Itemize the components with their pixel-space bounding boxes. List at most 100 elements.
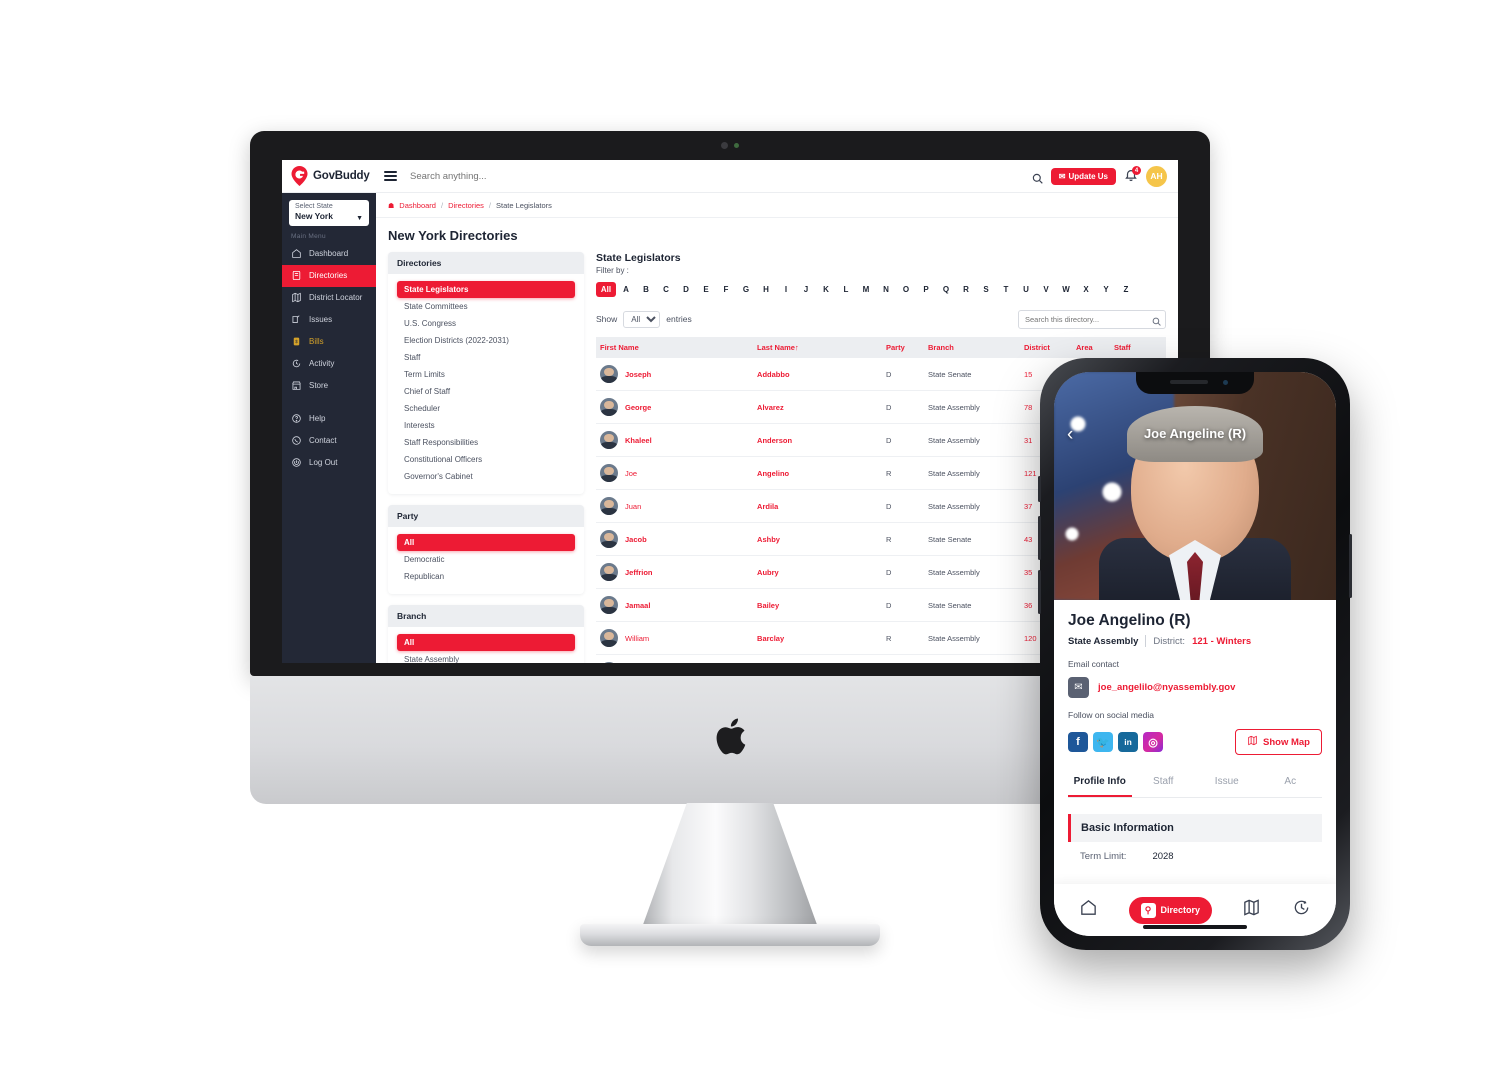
column-staff[interactable]: Staff [1110, 337, 1166, 358]
show-map-button[interactable]: Show Map [1235, 729, 1322, 755]
brand-logo[interactable]: GovBuddy [282, 166, 376, 186]
alpha-m[interactable]: M [856, 285, 876, 294]
sidebar-item-store[interactable]: Store [282, 375, 376, 397]
branch-option-all[interactable]: All [397, 634, 575, 651]
breadcrumb-dashboard[interactable]: Dashboard [399, 201, 436, 210]
first-name-link[interactable]: Khaleel [625, 436, 652, 445]
mute-switch[interactable] [1038, 476, 1041, 502]
alpha-r[interactable]: R [956, 285, 976, 294]
party-option-all[interactable]: All [397, 534, 575, 551]
directory-item-chief-of-staff[interactable]: Chief of Staff [397, 383, 575, 400]
twitter-icon[interactable]: 🐦 [1093, 732, 1113, 752]
alpha-a[interactable]: A [616, 285, 636, 294]
search-icon[interactable] [1032, 171, 1043, 184]
last-name-link[interactable]: Angelino [753, 456, 882, 490]
instagram-icon[interactable]: ◎ [1143, 732, 1163, 752]
alpha-f[interactable]: F [716, 285, 736, 294]
alpha-o[interactable]: O [896, 285, 916, 294]
activity-icon[interactable] [1292, 898, 1311, 922]
alpha-j[interactable]: J [796, 285, 816, 294]
directory-item-election-districts[interactable]: Election Districts (2022-2031) [397, 332, 575, 349]
last-name-link[interactable]: Ardila [753, 489, 882, 523]
alpha-v[interactable]: V [1036, 285, 1056, 294]
last-name-link[interactable]: Barrett [753, 654, 882, 663]
column-area[interactable]: Area [1072, 337, 1110, 358]
facebook-icon[interactable]: f [1068, 732, 1088, 752]
sidebar-item-contact[interactable]: Contact [282, 430, 376, 452]
last-name-link[interactable]: Alvarez [753, 390, 882, 424]
search-icon[interactable] [1152, 313, 1161, 326]
alpha-p[interactable]: P [916, 285, 936, 294]
alpha-i[interactable]: I [776, 285, 796, 294]
tab-issue[interactable]: Issue [1195, 769, 1259, 797]
email-link[interactable]: joe_angelilo@nyassembly.gov [1098, 682, 1235, 693]
volume-up-button[interactable] [1038, 516, 1041, 560]
alpha-x[interactable]: X [1076, 285, 1096, 294]
alpha-y[interactable]: Y [1096, 285, 1116, 294]
column-first-name[interactable]: First Name [596, 337, 754, 358]
breadcrumb-directories[interactable]: Directories [448, 201, 484, 210]
email-icon[interactable]: ✉ [1068, 677, 1089, 698]
sidebar-item-dashboard[interactable]: Dashboard [282, 243, 376, 265]
directory-item-state-legislators[interactable]: State Legislators [397, 281, 575, 298]
alpha-d[interactable]: D [676, 285, 696, 294]
column-party[interactable]: Party [882, 337, 924, 358]
sidebar-item-bills[interactable]: $ Bills [282, 331, 376, 353]
alpha-z[interactable]: Z [1116, 285, 1136, 294]
alpha-w[interactable]: W [1056, 285, 1076, 294]
directory-search-input[interactable] [1018, 310, 1166, 329]
directory-item-interests[interactable]: Interests [397, 417, 575, 434]
directory-item-constitutional-officers[interactable]: Constitutional Officers [397, 451, 575, 468]
last-name-link[interactable]: Addabbo [753, 358, 882, 391]
alpha-c[interactable]: C [656, 285, 676, 294]
linkedin-icon[interactable]: in [1118, 732, 1138, 752]
first-name-link[interactable]: Jamaal [625, 601, 650, 610]
directory-item-scheduler[interactable]: Scheduler [397, 400, 575, 417]
last-name-link[interactable]: Anderson [753, 423, 882, 457]
first-name-link[interactable]: George [625, 403, 651, 412]
directory-item-term-limits[interactable]: Term Limits [397, 366, 575, 383]
alpha-k[interactable]: K [816, 285, 836, 294]
first-name-link[interactable]: Jeffrion [625, 568, 653, 577]
alpha-e[interactable]: E [696, 285, 716, 294]
tab-activity[interactable]: Ac [1259, 769, 1323, 797]
global-search-input[interactable] [397, 170, 1032, 182]
notifications-bell[interactable]: 4 [1124, 166, 1141, 184]
volume-down-button[interactable] [1038, 570, 1041, 614]
menu-toggle-icon[interactable] [384, 170, 397, 182]
alpha-b[interactable]: B [636, 285, 656, 294]
map-icon[interactable] [1242, 898, 1261, 922]
last-name-link[interactable]: Bailey [753, 588, 882, 622]
first-name-link[interactable]: Joseph [625, 370, 651, 379]
alpha-u[interactable]: U [1016, 285, 1036, 294]
state-selector[interactable]: Select State New York ▼ [289, 200, 369, 226]
alpha-l[interactable]: L [836, 285, 856, 294]
directory-item-us-congress[interactable]: U.S. Congress [397, 315, 575, 332]
home-icon[interactable] [1079, 898, 1098, 922]
alpha-n[interactable]: N [876, 285, 896, 294]
directory-item-state-committees[interactable]: State Committees [397, 298, 575, 315]
last-name-link[interactable]: Barclay [753, 621, 882, 655]
first-name-link[interactable]: William [625, 634, 649, 643]
directory-tab-button[interactable]: ⚲ Directory [1128, 896, 1213, 924]
sidebar-item-activity[interactable]: Activity [282, 353, 376, 375]
tab-staff[interactable]: Staff [1132, 769, 1196, 797]
sidebar-item-log-out[interactable]: Log Out [282, 452, 376, 474]
power-button[interactable] [1349, 534, 1352, 598]
branch-option-state-assembly[interactable]: State Assembly [397, 651, 575, 663]
alpha-h[interactable]: H [756, 285, 776, 294]
party-option-democratic[interactable]: Democratic [397, 551, 575, 568]
alpha-g[interactable]: G [736, 285, 756, 294]
directory-item-staff[interactable]: Staff [397, 349, 575, 366]
column-branch[interactable]: Branch [924, 337, 1020, 358]
update-us-button[interactable]: ✉ Update Us [1050, 167, 1116, 185]
last-name-link[interactable]: Ashby [753, 522, 882, 556]
column-district[interactable]: District [1020, 337, 1072, 358]
sidebar-item-issues[interactable]: Issues [282, 309, 376, 331]
alpha-all[interactable]: All [596, 282, 616, 297]
first-name-link[interactable]: Joe [625, 469, 637, 478]
avatar[interactable]: AH [1146, 165, 1167, 187]
sidebar-item-district-locator[interactable]: District Locator [282, 287, 376, 309]
last-name-link[interactable]: Aubry [753, 555, 882, 589]
directory-item-staff-responsibilities[interactable]: Staff Responsibilities [397, 434, 575, 451]
